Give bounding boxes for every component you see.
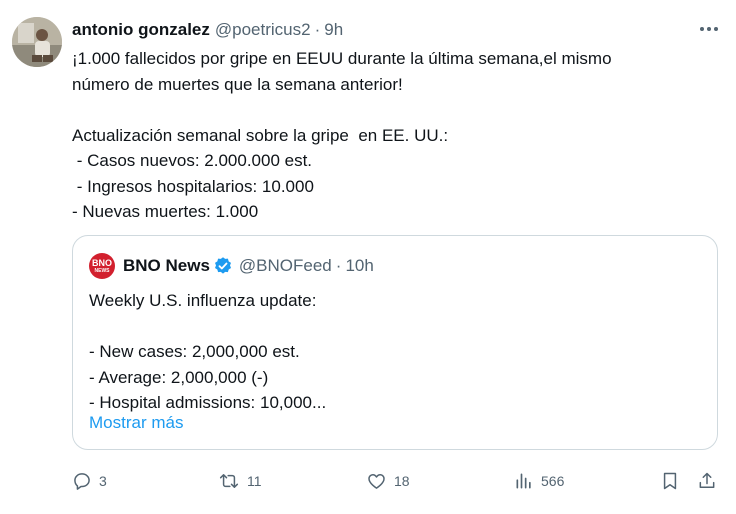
share-icon — [699, 472, 715, 488]
tweet-time[interactable]: 9h — [324, 20, 343, 40]
tweet-text-line: número de muertes que la semana anterior… — [72, 74, 403, 94]
action-bar: 3 11 18 566 — [0, 466, 736, 496]
avatar[interactable] — [12, 17, 62, 67]
views-button[interactable]: 566 — [514, 466, 564, 496]
tweet-header: antonio gonzalez @poetricus2 · 9h — [72, 18, 724, 42]
more-button[interactable] — [696, 19, 722, 39]
quoted-header-separator: · — [335, 256, 342, 275]
tweet[interactable]: antonio gonzalez @poetricus2 · 9h ¡1.000… — [0, 0, 736, 514]
verified-icon — [213, 256, 233, 276]
logo-text-line2: NEWS — [94, 267, 110, 274]
retweet-icon — [219, 474, 239, 488]
more-icon — [700, 27, 718, 31]
logo-text-line1: BNO — [92, 257, 112, 268]
author-handle[interactable]: @poetricus2 — [215, 20, 311, 40]
quoted-text-line: - New cases: 2,000,000 est. — [89, 342, 300, 361]
show-more-link[interactable]: Mostrar más — [89, 413, 183, 433]
like-count: 18 — [394, 473, 410, 489]
quoted-tweet[interactable]: BNO NEWS BNO News @BNOFeed · 10h Weekly … — [72, 235, 718, 450]
tweet-text-line: - Nuevas muertes: 1.000 — [72, 202, 259, 221]
like-button[interactable]: 18 — [366, 466, 410, 496]
reply-button[interactable]: 3 — [72, 466, 107, 496]
tweet-text-line: Actualización semanal sobre la gripe en … — [72, 125, 449, 145]
tweet-text-line: - Casos nuevos: 2.000.000 est. — [72, 151, 313, 170]
share-button[interactable] — [697, 466, 717, 496]
reply-count: 3 — [99, 473, 107, 489]
retweet-count: 11 — [247, 473, 262, 489]
quoted-text: Weekly U.S. influenza update: - New case… — [89, 288, 699, 416]
bno-news-logo[interactable]: BNO NEWS — [89, 253, 115, 279]
quoted-text-line: - Hospital admissions: 10,000... — [89, 393, 327, 412]
tweet-text-line — [72, 97, 712, 123]
retweet-button[interactable]: 11 — [218, 466, 262, 496]
quoted-author-handle[interactable]: @BNOFeed — [239, 256, 332, 276]
quoted-time[interactable]: 10h — [345, 256, 373, 276]
quoted-text-line: - Average: 2,000,000 (-) — [89, 367, 269, 387]
bookmark-icon — [663, 472, 677, 490]
bookmark-button[interactable] — [660, 466, 680, 496]
header-separator: · — [314, 20, 321, 39]
quoted-author-name[interactable]: BNO News — [123, 256, 210, 276]
views-count: 566 — [541, 473, 565, 489]
tweet-text: ¡1.000 fallecidos por gripe en EEUU dura… — [72, 46, 712, 225]
quoted-header: BNO NEWS BNO News @BNOFeed · 10h — [89, 253, 374, 279]
reply-icon — [74, 473, 90, 490]
author-name[interactable]: antonio gonzalez — [72, 20, 210, 40]
tweet-text-line: - Ingresos hospitalarios: 10.000 — [72, 176, 314, 196]
quoted-text-line — [89, 314, 699, 340]
tweet-text-line: ¡1.000 fallecidos por gripe en EEUU dura… — [72, 49, 612, 68]
views-icon — [516, 473, 531, 489]
quoted-text-line: Weekly U.S. influenza update: — [89, 291, 317, 310]
like-icon — [368, 474, 385, 489]
